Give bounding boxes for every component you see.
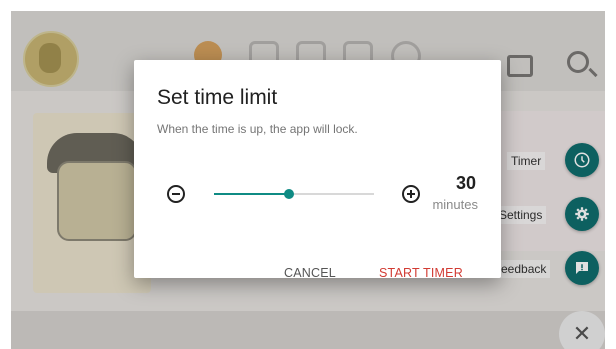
minutes-value: 30 — [455, 173, 476, 193]
cancel-button[interactable]: CANCEL — [284, 266, 336, 280]
decrease-minutes-button[interactable] — [167, 185, 185, 203]
dialog-title: Set time limit — [157, 86, 278, 109]
slider-fill — [214, 193, 290, 195]
app-screen: Timer Settings eedback ✕ Set time limit … — [11, 11, 605, 349]
time-limit-dialog: Set time limit When the time is up, the … — [134, 60, 501, 280]
start-timer-button[interactable]: START TIMER — [379, 266, 463, 280]
minutes-unit: minutes — [432, 197, 478, 212]
minus-icon — [172, 193, 180, 195]
slider-thumb[interactable] — [284, 189, 295, 199]
increase-minutes-button[interactable] — [402, 185, 420, 203]
dialog-subtitle: When the time is up, the app will lock. — [157, 122, 358, 136]
time-limit-slider[interactable] — [214, 187, 374, 201]
